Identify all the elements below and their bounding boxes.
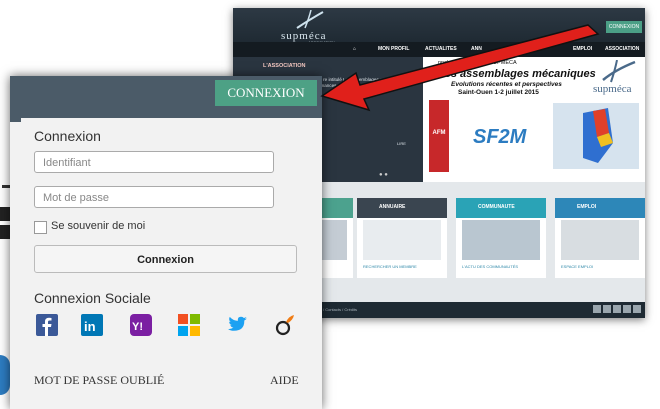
event-intro: nnel de l'Association SUPMECA [438, 60, 517, 66]
card-emploi[interactable]: EMPLOI ESPACE EMPLOI [555, 198, 645, 278]
viadeo-icon[interactable] [274, 314, 296, 336]
card-image [561, 220, 639, 260]
svg-text:Y!: Y! [132, 321, 143, 333]
svg-text:supméca: supméca [593, 83, 632, 95]
bg-fragment-blue [0, 355, 10, 395]
card-header: COMMUNAUTE [456, 198, 546, 218]
site-nav: ⌂ MON PROFIL ACTUALITES ANN EMPLOI ASSOC… [233, 42, 645, 57]
card-footer[interactable]: ESPACE EMPLOI [561, 264, 593, 269]
card-footer[interactable]: RECHERCHER UN MEMBRE [363, 264, 417, 269]
afm-label: AFM [432, 130, 446, 136]
footer-facebook-icon[interactable] [603, 305, 611, 313]
footer-twitter-icon[interactable] [623, 305, 631, 313]
svg-text:in: in [84, 319, 96, 334]
identifiant-field[interactable]: Identifiant [34, 151, 274, 173]
logo-mark-icon [296, 10, 324, 29]
hero-read-more[interactable]: LIRE [397, 141, 406, 146]
card-footer[interactable]: L'ACTU DES COMMUNAUTÉS [462, 264, 518, 269]
supmeca-logo-icon: supméca [593, 60, 636, 95]
footer-rss-icon[interactable] [593, 305, 601, 313]
social-login-title: Connexion Sociale [34, 290, 151, 306]
remember-label: Se souvenir de moi [51, 220, 146, 232]
home-icon[interactable]: ⌂ [353, 42, 356, 57]
sf2m-logo: SF2M [473, 126, 527, 148]
microsoft-icon[interactable] [178, 314, 200, 336]
nav-emploi[interactable]: EMPLOI [573, 42, 592, 57]
bg-fragment [0, 185, 10, 245]
nav-annuaire[interactable]: ANN [471, 42, 482, 57]
twitter-icon[interactable] [226, 314, 248, 336]
nav-mon-profil[interactable]: MON PROFIL [378, 42, 409, 57]
footer-viadeo-icon[interactable] [633, 305, 641, 313]
connexion-submit-button[interactable]: Connexion [34, 245, 297, 273]
login-title: Connexion [34, 128, 101, 144]
password-field[interactable]: Mot de passe [34, 186, 274, 208]
hero-title: L'ASSOCIATION [263, 63, 306, 69]
event-date: Saint-Ouen 1-2 juillet 2015 [458, 89, 539, 96]
slider-dots[interactable]: ● ● [379, 172, 388, 178]
event-title: Les assemblages mécaniques [438, 68, 596, 80]
card-image [462, 220, 540, 260]
nav-actualites[interactable]: ACTUALITES [425, 42, 457, 57]
remember-checkbox[interactable] [34, 221, 47, 234]
site-connexion-button[interactable]: CONNEXION [606, 21, 642, 33]
mechanical-part-image [553, 103, 639, 169]
card-title: ANNUAIRE [379, 204, 406, 210]
card-communaute[interactable]: COMMUNAUTE L'ACTU DES COMMUNAUTÉS [456, 198, 546, 278]
connexion-tab[interactable]: CONNEXION [215, 80, 317, 106]
facebook-icon[interactable] [36, 314, 58, 336]
footer-linkedin-icon[interactable] [613, 305, 621, 313]
linkedin-icon[interactable]: in [81, 314, 103, 336]
event-subtitle: Evolutions récentes et perspectives [451, 81, 562, 88]
card-title: COMMUNAUTE [478, 204, 515, 210]
card-title: EMPLOI [577, 204, 597, 210]
footer-links[interactable]: / Contacts / Crédits [323, 307, 357, 312]
help-link[interactable]: AIDE [270, 373, 299, 388]
card-annuaire[interactable]: ANNUAIRE RECHERCHER UN MEMBRE [357, 198, 447, 278]
card-header: EMPLOI [555, 198, 645, 218]
yahoo-icon[interactable]: Y! [130, 314, 152, 336]
nav-association[interactable]: ASSOCIATION [605, 42, 639, 57]
forgot-password-link[interactable]: MOT DE PASSE OUBLIÉ [34, 373, 164, 388]
afm-logo: AFM [429, 100, 449, 172]
card-image [363, 220, 441, 260]
card-header: ANNUAIRE [357, 198, 447, 218]
